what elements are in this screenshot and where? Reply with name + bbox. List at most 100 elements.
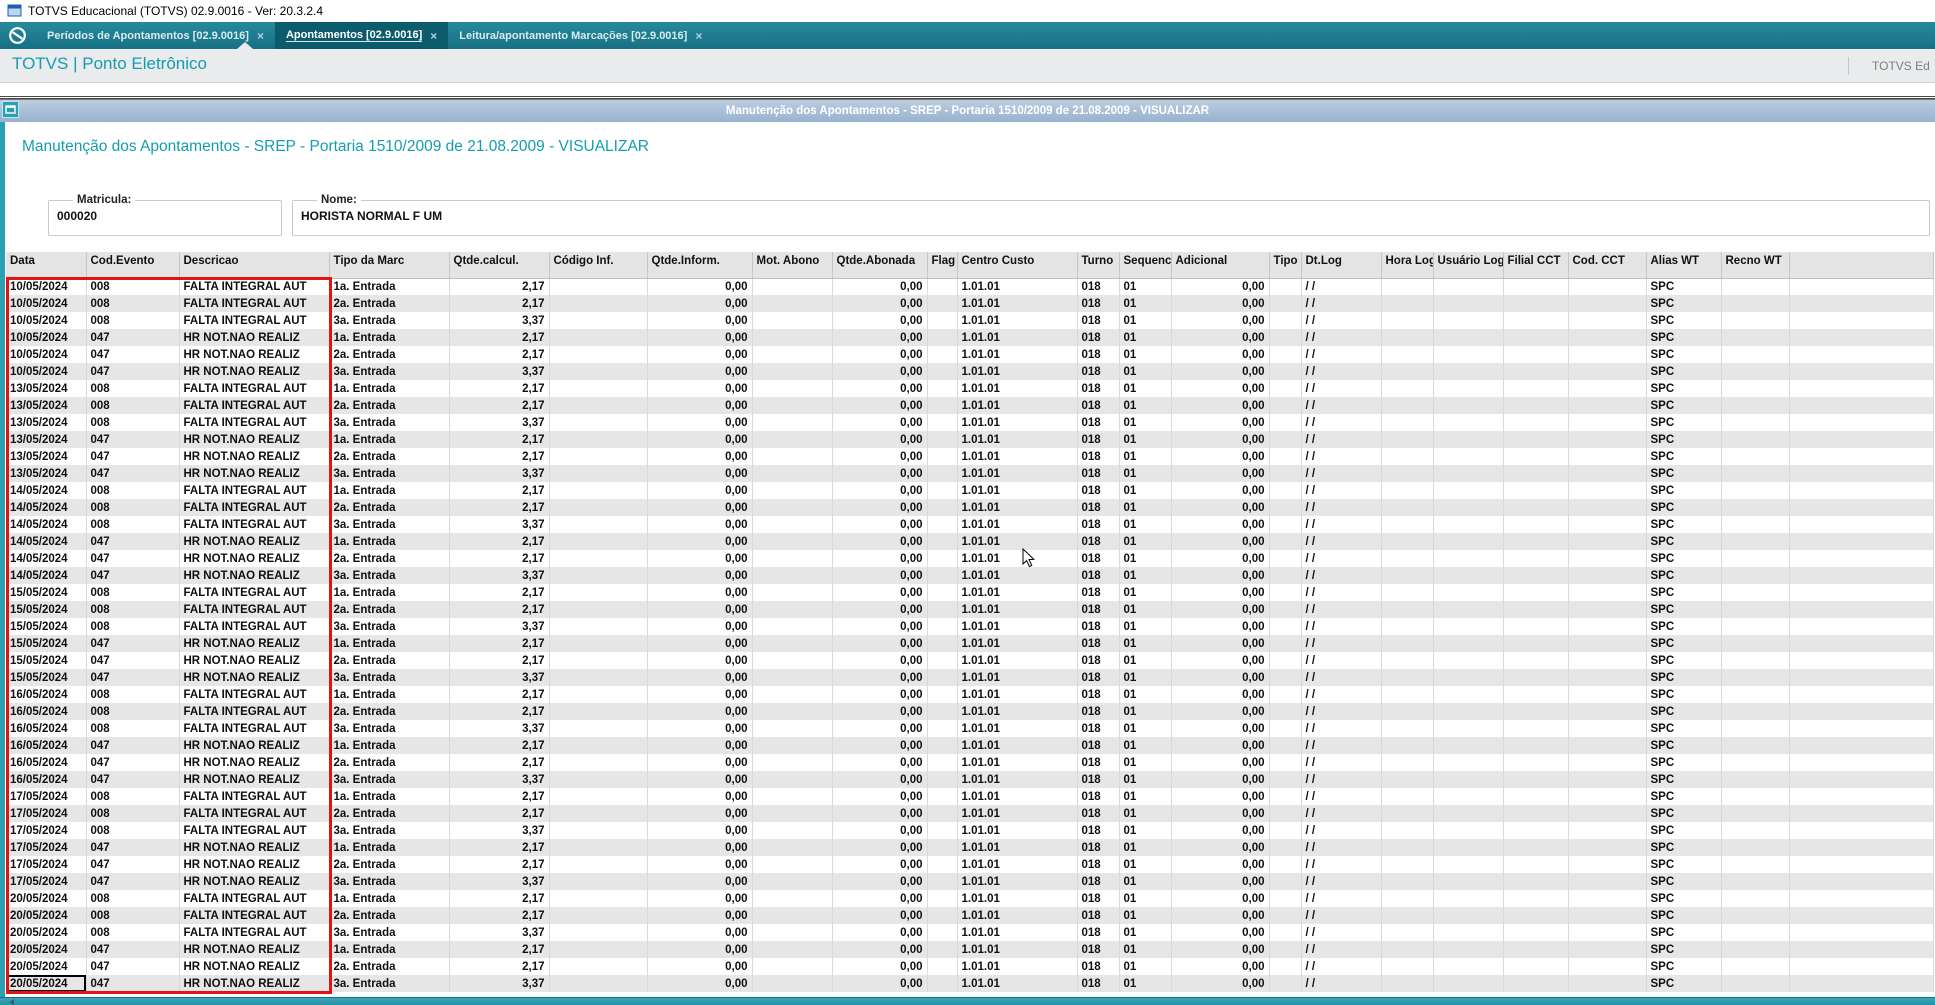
table-cell[interactable]: 0,00 bbox=[647, 397, 753, 414]
table-cell[interactable]: 01 bbox=[1119, 584, 1172, 601]
table-cell[interactable]: 3,37 bbox=[449, 822, 550, 839]
table-cell[interactable]: 0,00 bbox=[647, 635, 753, 652]
table-cell[interactable] bbox=[1721, 482, 1790, 499]
table-cell[interactable]: 0,00 bbox=[647, 975, 753, 992]
table-cell[interactable] bbox=[927, 635, 958, 652]
table-cell[interactable]: 047 bbox=[86, 346, 180, 363]
table-cell[interactable] bbox=[1381, 805, 1434, 822]
table-cell[interactable] bbox=[1269, 737, 1302, 754]
table-cell[interactable]: 01 bbox=[1119, 720, 1172, 737]
table-cell[interactable]: SPC bbox=[1646, 924, 1722, 941]
table-cell[interactable] bbox=[752, 890, 833, 907]
table-cell[interactable] bbox=[752, 295, 833, 312]
table-cell[interactable]: 2,17 bbox=[449, 635, 550, 652]
table-cell[interactable] bbox=[1269, 975, 1302, 992]
table-cell[interactable] bbox=[1789, 567, 1934, 584]
table-row[interactable]: 14/05/2024 008 FALTA INTEGRAL AUT 1a. Entra… bbox=[6, 482, 1934, 499]
table-cell[interactable] bbox=[1568, 703, 1647, 720]
table-cell[interactable]: 10/05/2024 bbox=[6, 346, 87, 363]
table-cell[interactable] bbox=[1568, 856, 1647, 873]
table-cell[interactable]: 0,00 bbox=[832, 414, 928, 431]
table-cell[interactable]: 01 bbox=[1119, 822, 1172, 839]
table-cell[interactable]: 10/05/2024 bbox=[6, 278, 87, 295]
table-cell[interactable]: 0,00 bbox=[647, 686, 753, 703]
table-cell[interactable]: SPC bbox=[1646, 873, 1722, 890]
table-cell[interactable]: 3,37 bbox=[449, 975, 550, 992]
table-cell[interactable]: SPC bbox=[1646, 499, 1722, 516]
table-cell[interactable]: 15/05/2024 bbox=[6, 618, 87, 635]
table-cell[interactable]: 018 bbox=[1077, 363, 1120, 380]
table-cell[interactable]: 1.01.01 bbox=[957, 312, 1078, 329]
table-cell[interactable]: 018 bbox=[1077, 720, 1120, 737]
table-cell[interactable]: SPC bbox=[1646, 550, 1722, 567]
table-cell[interactable]: 018 bbox=[1077, 635, 1120, 652]
table-cell[interactable]: 1a. Entrada bbox=[329, 482, 450, 499]
table-cell[interactable] bbox=[1381, 584, 1434, 601]
table-row[interactable]: 14/05/2024 008 FALTA INTEGRAL AUT 2a. Entra… bbox=[6, 499, 1934, 516]
table-row[interactable]: 15/05/2024 047 HR NOT.NAO REALIZ 3a. Entrad… bbox=[6, 669, 1934, 686]
table-cell[interactable]: 2,17 bbox=[449, 788, 550, 805]
table-cell[interactable]: 01 bbox=[1119, 397, 1172, 414]
table-cell[interactable] bbox=[1789, 312, 1934, 329]
table-cell[interactable]: 0,00 bbox=[647, 533, 753, 550]
table-row[interactable]: 13/05/2024 008 FALTA INTEGRAL AUT 3a. Entra… bbox=[6, 414, 1934, 431]
table-cell[interactable]: 0,00 bbox=[1171, 295, 1270, 312]
table-cell[interactable]: SPC bbox=[1646, 703, 1722, 720]
table-cell[interactable]: 0,00 bbox=[1171, 584, 1270, 601]
table-cell[interactable]: 0,00 bbox=[647, 788, 753, 805]
table-cell[interactable] bbox=[927, 312, 958, 329]
table-cell[interactable] bbox=[1568, 499, 1647, 516]
table-cell[interactable] bbox=[1568, 686, 1647, 703]
table-cell[interactable] bbox=[1269, 550, 1302, 567]
table-cell[interactable] bbox=[1568, 754, 1647, 771]
table-cell[interactable] bbox=[1503, 771, 1569, 788]
table-cell[interactable]: 17/05/2024 bbox=[6, 839, 87, 856]
table-cell[interactable]: 15/05/2024 bbox=[6, 669, 87, 686]
table-cell[interactable] bbox=[1269, 380, 1302, 397]
table-cell[interactable] bbox=[927, 482, 958, 499]
table-row[interactable]: 20/05/2024 008 FALTA INTEGRAL AUT 2a. Entra… bbox=[6, 907, 1934, 924]
table-cell[interactable]: / / bbox=[1301, 550, 1382, 567]
table-cell[interactable] bbox=[1503, 533, 1569, 550]
table-cell[interactable]: / / bbox=[1301, 839, 1382, 856]
table-cell[interactable]: 1a. Entrada bbox=[329, 329, 450, 346]
table-cell[interactable]: 018 bbox=[1077, 448, 1120, 465]
table-cell[interactable]: 2,17 bbox=[449, 686, 550, 703]
table-cell[interactable]: 13/05/2024 bbox=[6, 414, 87, 431]
table-cell[interactable] bbox=[1568, 652, 1647, 669]
table-cell[interactable] bbox=[1721, 686, 1790, 703]
table-cell[interactable] bbox=[1433, 414, 1504, 431]
table-cell[interactable] bbox=[1721, 312, 1790, 329]
table-cell[interactable]: FALTA INTEGRAL AUT bbox=[179, 312, 330, 329]
table-cell[interactable]: 2,17 bbox=[449, 890, 550, 907]
table-cell[interactable]: 15/05/2024 bbox=[6, 601, 87, 618]
table-cell[interactable]: 01 bbox=[1119, 890, 1172, 907]
table-cell[interactable]: 0,00 bbox=[647, 380, 753, 397]
table-cell[interactable] bbox=[1721, 958, 1790, 975]
table-cell[interactable]: 0,00 bbox=[1171, 669, 1270, 686]
table-cell[interactable] bbox=[1568, 737, 1647, 754]
table-cell[interactable]: 10/05/2024 bbox=[6, 329, 87, 346]
table-cell[interactable] bbox=[752, 652, 833, 669]
table-cell[interactable] bbox=[927, 703, 958, 720]
table-cell[interactable] bbox=[1433, 550, 1504, 567]
table-cell[interactable]: 0,00 bbox=[1171, 550, 1270, 567]
table-cell[interactable]: 0,00 bbox=[832, 278, 928, 295]
table-cell[interactable] bbox=[1789, 431, 1934, 448]
table-cell[interactable]: FALTA INTEGRAL AUT bbox=[179, 822, 330, 839]
table-cell[interactable]: 0,00 bbox=[1171, 720, 1270, 737]
table-cell[interactable]: 3a. Entrada bbox=[329, 669, 450, 686]
table-cell[interactable] bbox=[1433, 873, 1504, 890]
table-cell[interactable]: 0,00 bbox=[647, 550, 753, 567]
table-cell[interactable] bbox=[1789, 380, 1934, 397]
table-cell[interactable]: 018 bbox=[1077, 329, 1120, 346]
table-cell[interactable]: 0,00 bbox=[1171, 482, 1270, 499]
table-cell[interactable]: HR NOT.NAO REALIZ bbox=[179, 856, 330, 873]
table-cell[interactable]: / / bbox=[1301, 584, 1382, 601]
table-cell[interactable] bbox=[752, 873, 833, 890]
table-cell[interactable]: 1.01.01 bbox=[957, 941, 1078, 958]
table-cell[interactable] bbox=[752, 414, 833, 431]
table-cell[interactable] bbox=[1789, 516, 1934, 533]
table-cell[interactable] bbox=[1433, 924, 1504, 941]
table-cell[interactable]: 047 bbox=[86, 754, 180, 771]
